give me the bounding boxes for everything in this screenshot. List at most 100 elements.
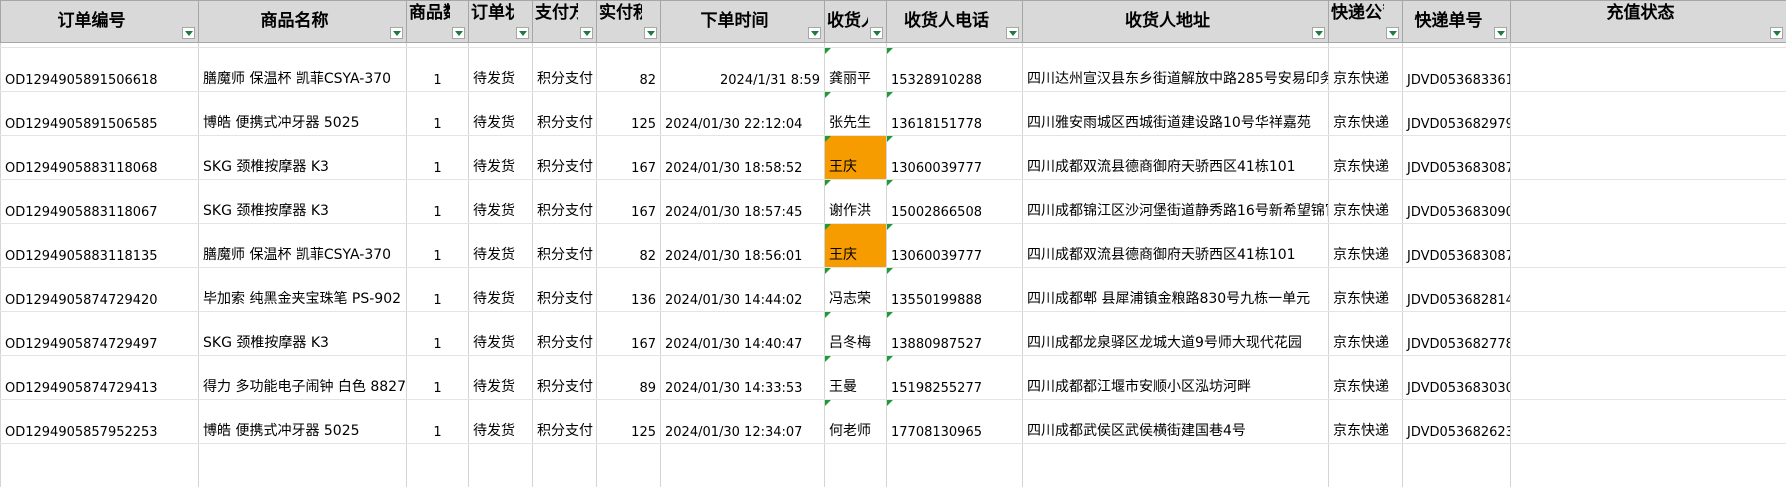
cell-quantity[interactable]: 1 xyxy=(407,224,469,268)
column-header-order-status[interactable]: 订单状态 xyxy=(469,1,533,43)
cell-payment-method[interactable]: 积分支付 xyxy=(533,180,597,224)
cell-points-paid[interactable]: 167 xyxy=(597,136,661,180)
cell-quantity[interactable]: 1 xyxy=(407,312,469,356)
filter-dropdown-icon[interactable] xyxy=(808,27,821,39)
filter-dropdown-icon[interactable] xyxy=(516,27,529,39)
cell-order-time[interactable]: 2024/01/30 22:12:04 xyxy=(661,92,825,136)
cell-points-paid[interactable]: 136 xyxy=(597,268,661,312)
cell-order-no[interactable]: OD1294905857952253 xyxy=(1,400,199,444)
cell-quantity[interactable]: 1 xyxy=(407,136,469,180)
cell-payment-method[interactable]: 积分支付 xyxy=(533,224,597,268)
cell-receiver-address[interactable]: 四川成都双流县德商御府天骄西区41栋101 xyxy=(1023,136,1329,180)
table-row[interactable]: OD1294905883118067SKG 颈椎按摩器 K31待发货积分支付16… xyxy=(1,180,1786,224)
cell-product-name[interactable]: 博皓 便携式冲牙器 5025 xyxy=(199,400,407,444)
column-header-points-paid[interactable]: 实付积分 xyxy=(597,1,661,43)
cell-order-time[interactable]: 2024/01/30 14:44:02 xyxy=(661,268,825,312)
cell-receiver-phone[interactable]: 13550199888 xyxy=(887,268,1023,312)
column-header-receiver-phone[interactable]: 收货人电话 xyxy=(887,1,1023,43)
column-header-product-name[interactable]: 商品名称 xyxy=(199,1,407,43)
empty-cell[interactable] xyxy=(199,444,407,487)
cell-payment-method[interactable]: 积分支付 xyxy=(533,48,597,92)
cell-payment-method[interactable]: 积分支付 xyxy=(533,312,597,356)
filter-dropdown-icon[interactable] xyxy=(644,27,657,39)
cell-receiver-address[interactable]: 四川达州宣汉县东乡街道解放中路285号安易印务 xyxy=(1023,48,1329,92)
empty-cell[interactable] xyxy=(661,444,825,487)
column-header-order-time[interactable]: 下单时间 xyxy=(661,1,825,43)
cell-payment-method[interactable]: 积分支付 xyxy=(533,136,597,180)
empty-cell[interactable] xyxy=(1403,444,1511,487)
cell-order-no[interactable]: OD1294905883118135 xyxy=(1,224,199,268)
cell-order-status[interactable]: 待发货 xyxy=(469,92,533,136)
cell-recharge-status[interactable] xyxy=(1511,180,1786,224)
cell-tracking-no[interactable]: JDVD05368309040 xyxy=(1403,180,1511,224)
cell-receiver[interactable]: 王庆 xyxy=(825,224,887,268)
cell-receiver-address[interactable]: 四川成都龙泉驿区龙城大道9号师大现代花园 xyxy=(1023,312,1329,356)
cell-product-name[interactable]: SKG 颈椎按摩器 K3 xyxy=(199,312,407,356)
column-header-payment-method[interactable]: 支付方式 xyxy=(533,1,597,43)
empty-cell[interactable] xyxy=(533,444,597,487)
cell-payment-method[interactable]: 积分支付 xyxy=(533,400,597,444)
filter-dropdown-icon[interactable] xyxy=(1006,27,1019,39)
cell-courier[interactable]: 京东快递 xyxy=(1329,268,1403,312)
cell-order-no[interactable]: OD1294905874729420 xyxy=(1,268,199,312)
cell-receiver[interactable]: 冯志荣 xyxy=(825,268,887,312)
column-header-order-no[interactable]: 订单编号 xyxy=(1,1,199,43)
empty-cell[interactable] xyxy=(1511,444,1786,487)
cell-tracking-no[interactable]: JDVD05368303057 xyxy=(1403,356,1511,400)
cell-order-no[interactable]: OD1294905874729497 xyxy=(1,312,199,356)
table-row[interactable]: OD1294905874729497SKG 颈椎按摩器 K31待发货积分支付16… xyxy=(1,312,1786,356)
cell-payment-method[interactable]: 积分支付 xyxy=(533,268,597,312)
table-row[interactable]: OD1294905883118068SKG 颈椎按摩器 K31待发货积分支付16… xyxy=(1,136,1786,180)
cell-receiver-phone[interactable]: 15328910288 xyxy=(887,48,1023,92)
cell-tracking-no[interactable]: JDVD05368262384 xyxy=(1403,400,1511,444)
cell-courier[interactable]: 京东快递 xyxy=(1329,312,1403,356)
cell-receiver-address[interactable]: 四川成都郫 县犀浦镇金粮路830号九栋一单元 xyxy=(1023,268,1329,312)
cell-order-time[interactable]: 2024/01/30 18:58:52 xyxy=(661,136,825,180)
cell-quantity[interactable]: 1 xyxy=(407,356,469,400)
cell-receiver[interactable]: 龚丽平 xyxy=(825,48,887,92)
cell-receiver-address[interactable]: 四川成都锦江区沙河堡街道静秀路16号新希望锦官阁 xyxy=(1023,180,1329,224)
column-header-recharge-status[interactable]: 充值状态 xyxy=(1511,1,1786,43)
cell-order-status[interactable]: 待发货 xyxy=(469,180,533,224)
cell-points-paid[interactable]: 82 xyxy=(597,48,661,92)
cell-order-no[interactable]: OD1294905883118068 xyxy=(1,136,199,180)
cell-receiver[interactable]: 张先生 xyxy=(825,92,887,136)
cell-courier[interactable]: 京东快递 xyxy=(1329,92,1403,136)
empty-row[interactable] xyxy=(1,444,1786,487)
cell-product-name[interactable]: SKG 颈椎按摩器 K3 xyxy=(199,136,407,180)
empty-cell[interactable] xyxy=(825,444,887,487)
cell-order-status[interactable]: 待发货 xyxy=(469,136,533,180)
column-header-tracking-no[interactable]: 快递单号 xyxy=(1403,1,1511,43)
cell-tracking-no[interactable]: JDVD05368277836 xyxy=(1403,312,1511,356)
cell-receiver[interactable]: 吕冬梅 xyxy=(825,312,887,356)
cell-quantity[interactable]: 1 xyxy=(407,48,469,92)
empty-cell[interactable] xyxy=(1,444,199,487)
cell-order-status[interactable]: 待发货 xyxy=(469,356,533,400)
cell-order-status[interactable]: 待发货 xyxy=(469,400,533,444)
cell-receiver-phone[interactable]: 15002866508 xyxy=(887,180,1023,224)
empty-cell[interactable] xyxy=(469,444,533,487)
filter-dropdown-icon[interactable] xyxy=(870,27,883,39)
cell-product-name[interactable]: SKG 颈椎按摩器 K3 xyxy=(199,180,407,224)
cell-tracking-no[interactable]: JDVD05368308716 xyxy=(1403,136,1511,180)
cell-receiver[interactable]: 王曼 xyxy=(825,356,887,400)
cell-order-time[interactable]: 2024/01/30 14:40:47 xyxy=(661,312,825,356)
cell-receiver-address[interactable]: 四川雅安雨城区西城街道建设路10号华祥嘉苑 xyxy=(1023,92,1329,136)
cell-order-time[interactable]: 2024/01/30 18:57:45 xyxy=(661,180,825,224)
cell-receiver-address[interactable]: 四川成都武侯区武侯横街建国巷4号 xyxy=(1023,400,1329,444)
cell-receiver-address[interactable]: 四川成都都江堰市安顺小区泓坊河畔 xyxy=(1023,356,1329,400)
table-row[interactable]: OD1294905883118135膳魔师 保温杯 凯菲CSYA-3701待发货… xyxy=(1,224,1786,268)
empty-cell[interactable] xyxy=(1023,444,1329,487)
empty-cell[interactable] xyxy=(887,444,1023,487)
filter-dropdown-icon[interactable] xyxy=(1770,27,1783,39)
cell-courier[interactable]: 京东快递 xyxy=(1329,224,1403,268)
table-row[interactable]: OD1294905874729413得力 多功能电子闹钟 白色 88271待发货… xyxy=(1,356,1786,400)
cell-product-name[interactable]: 膳魔师 保温杯 凯菲CSYA-370 xyxy=(199,48,407,92)
cell-order-time[interactable]: 2024/01/30 18:56:01 xyxy=(661,224,825,268)
cell-points-paid[interactable]: 82 xyxy=(597,224,661,268)
table-row[interactable]: OD1294905891506618膳魔师 保温杯 凯菲CSYA-3701待发货… xyxy=(1,48,1786,92)
cell-tracking-no[interactable]: JDVD05368281446 xyxy=(1403,268,1511,312)
cell-order-status[interactable]: 待发货 xyxy=(469,312,533,356)
column-header-quantity[interactable]: 商品数量 xyxy=(407,1,469,43)
cell-recharge-status[interactable] xyxy=(1511,356,1786,400)
